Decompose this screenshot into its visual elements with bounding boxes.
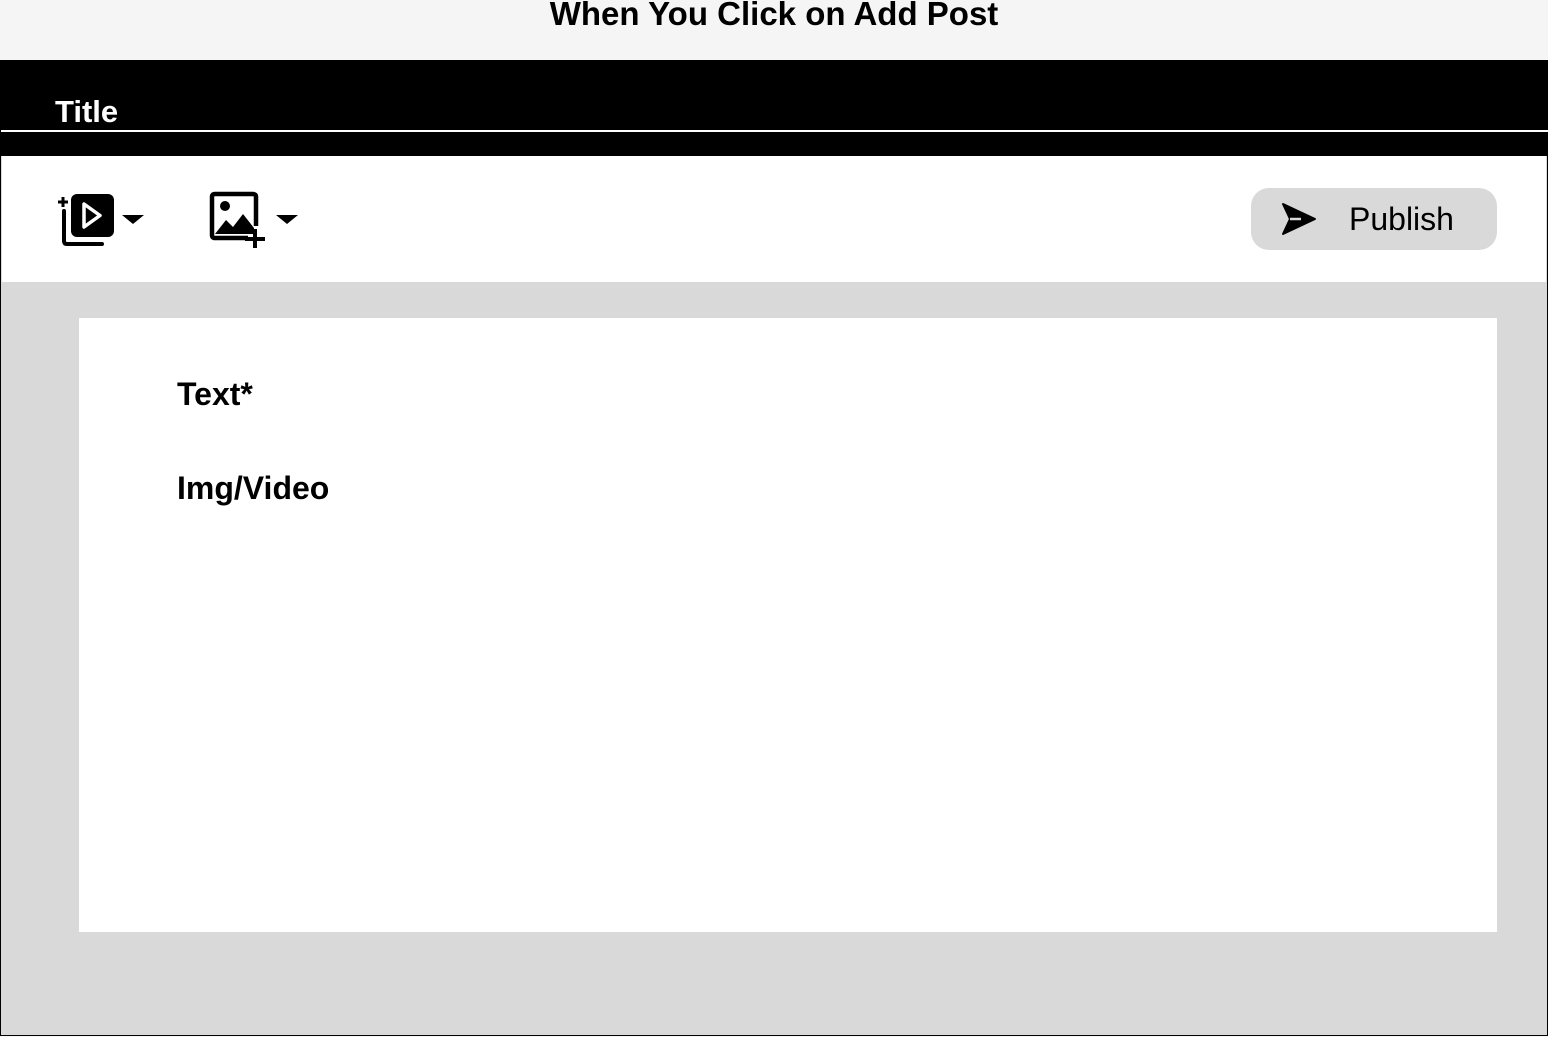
add-image-dropdown[interactable]: [208, 190, 298, 248]
post-editor-panel[interactable]: Text* Img/Video: [79, 318, 1497, 932]
add-video-icon: [58, 194, 114, 246]
page-title: Title: [55, 94, 119, 129]
title-bar: Title: [1, 60, 1548, 130]
post-toolbar: Publish: [2, 156, 1546, 282]
add-image-icon: [209, 191, 265, 248]
title-bar-strip: [1, 132, 1548, 156]
publish-button[interactable]: Publish: [1251, 188, 1497, 250]
caption-text: When You Click on Add Post: [549, 0, 999, 32]
publish-label: Publish: [1349, 200, 1454, 237]
chevron-down-icon: [122, 214, 144, 224]
add-video-dropdown[interactable]: [56, 190, 144, 248]
media-field-label: Img/Video: [177, 470, 330, 506]
wireframe-caption: When You Click on Add Post: [0, 0, 1548, 60]
chevron-down-icon: [276, 214, 298, 224]
text-field-label: Text*: [177, 376, 253, 412]
add-post-screen: Title Publish Text* Img/Video: [0, 60, 1548, 1036]
send-icon: [1282, 203, 1316, 235]
